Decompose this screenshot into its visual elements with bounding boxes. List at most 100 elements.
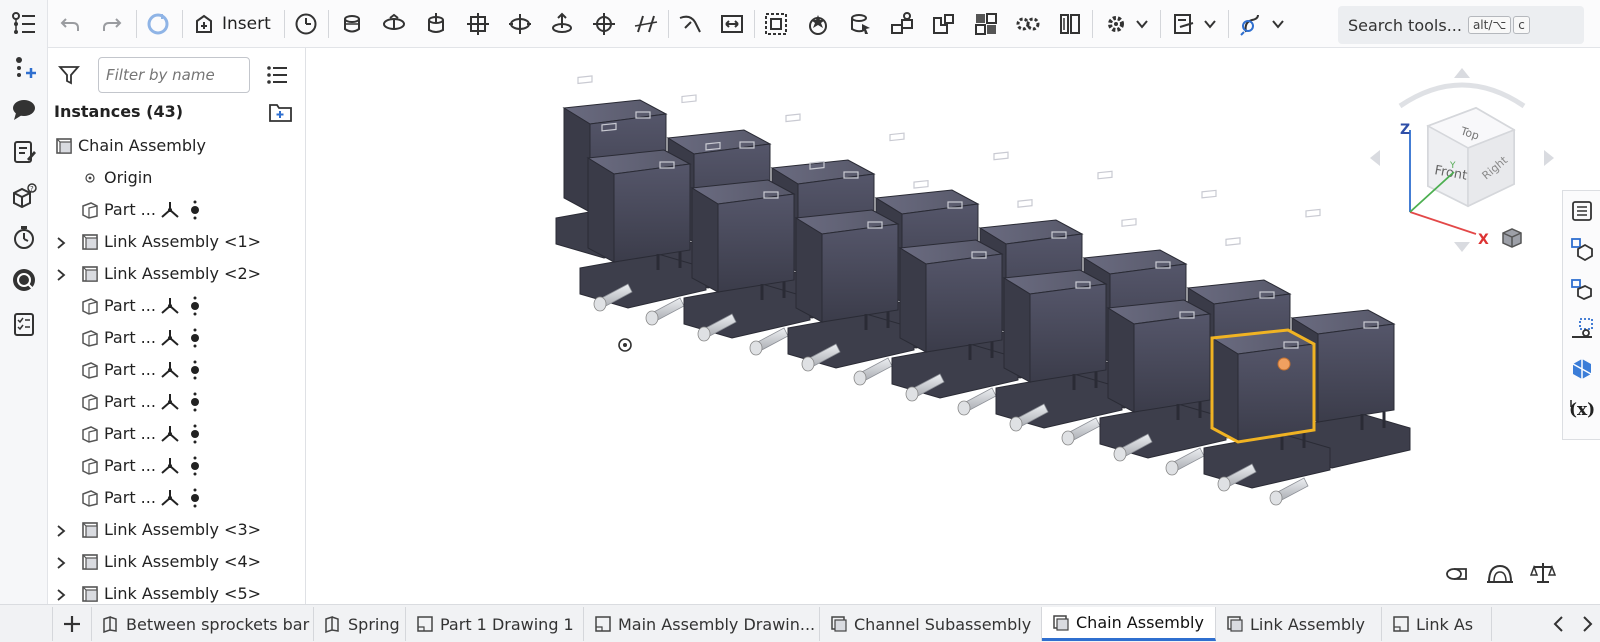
pin-end[interactable] — [749, 340, 763, 356]
pin-end[interactable] — [1165, 460, 1179, 476]
balance-scale-icon[interactable] — [1530, 560, 1556, 586]
tree-item[interactable]: Part ... — [48, 322, 305, 354]
document-tab[interactable]: Link As — [1382, 607, 1492, 641]
tree-item[interactable]: Part ... — [48, 450, 305, 482]
3d-viewport[interactable]: Top Front Right Z X Y — [306, 48, 1564, 604]
chevron-right-icon[interactable] — [54, 555, 68, 569]
view-options-cube-icon[interactable] — [1500, 226, 1524, 250]
comments-icon[interactable] — [8, 94, 40, 126]
planar-mate-icon[interactable] — [462, 8, 494, 40]
mass-properties-icon[interactable]: ? — [8, 180, 40, 212]
tree-item[interactable]: Part ... — [48, 290, 305, 322]
tree-item[interactable]: Link Assembly <1> — [48, 226, 305, 258]
mate-connector-icon[interactable] — [160, 329, 180, 351]
chevron-right-icon[interactable] — [54, 587, 68, 601]
history-icon[interactable] — [290, 8, 322, 40]
exploded-view-icon[interactable] — [970, 8, 1002, 40]
custom-feature-icon[interactable] — [1236, 8, 1268, 40]
replicate-icon[interactable] — [928, 8, 960, 40]
measure-tools-icon[interactable] — [1168, 8, 1200, 40]
appearance-icon[interactable] — [8, 264, 40, 296]
mate-connector-icon[interactable] — [160, 489, 180, 511]
mate-dots-icon[interactable] — [190, 360, 200, 384]
chevron-right-icon[interactable] — [54, 235, 68, 249]
tree-item[interactable]: Chain Assembly — [48, 130, 305, 162]
configurations-icon[interactable] — [1054, 8, 1086, 40]
mate-dots-icon[interactable] — [190, 456, 200, 480]
pin-end[interactable] — [1217, 476, 1231, 492]
tangent-mate-icon[interactable] — [674, 8, 706, 40]
linear-pattern-icon[interactable] — [886, 8, 918, 40]
rotate-left-arrow[interactable] — [1370, 150, 1380, 166]
revolute-mate-icon[interactable] — [378, 8, 410, 40]
mate-dots-icon[interactable] — [190, 328, 200, 352]
new-folder-icon[interactable] — [268, 101, 294, 127]
mate-dots-icon[interactable] — [190, 488, 200, 512]
feature-list-icon[interactable] — [8, 8, 40, 40]
tab-scroll-left-button[interactable] — [1548, 607, 1574, 641]
properties-panel-icon[interactable] — [1568, 197, 1596, 225]
pin-end[interactable] — [645, 310, 659, 326]
tree-item[interactable]: Origin — [48, 162, 305, 194]
mate-connector-icon[interactable] — [160, 201, 180, 223]
gear-relation-icon[interactable] — [1012, 8, 1044, 40]
slider-mate-icon[interactable] — [420, 8, 452, 40]
pin-end[interactable] — [801, 356, 815, 372]
pin-end[interactable] — [957, 400, 971, 416]
document-tab[interactable]: Channel Subassembly — [820, 607, 1042, 641]
mate-dots-icon[interactable] — [190, 424, 200, 448]
tree-item[interactable]: Part ... — [48, 418, 305, 450]
tab-scroll-right-button[interactable] — [1574, 607, 1600, 641]
undo-icon[interactable] — [54, 8, 86, 40]
rendering-mode-icon[interactable] — [1486, 562, 1514, 586]
filter-by-name-input[interactable] — [98, 57, 250, 93]
tree-item[interactable]: Link Assembly <4> — [48, 546, 305, 578]
tree-item[interactable]: Part ... — [48, 482, 305, 514]
document-tab[interactable]: Link Assembly — [1216, 607, 1382, 641]
fastened-mate-icon[interactable] — [336, 8, 368, 40]
document-tab[interactable]: Main Assembly Drawin... — [584, 607, 820, 641]
filter-icon[interactable] — [58, 64, 80, 90]
ball-mate-icon[interactable] — [588, 8, 620, 40]
selection-point[interactable] — [1277, 357, 1291, 371]
chain-link[interactable] — [1203, 237, 1331, 506]
pin-end[interactable] — [593, 296, 607, 312]
document-tab[interactable]: Between sprockets bar — [92, 607, 314, 641]
tree-item[interactable]: Link Assembly <2> — [48, 258, 305, 290]
section-plane-icon[interactable] — [1568, 315, 1596, 343]
insert-parts-icon[interactable] — [1568, 235, 1596, 263]
mate-dots-icon[interactable] — [190, 200, 200, 224]
chevron-right-icon[interactable] — [54, 523, 68, 537]
list-view-icon[interactable] — [266, 64, 288, 90]
mate-selector-icon[interactable] — [844, 8, 876, 40]
width-mate-icon[interactable] — [716, 8, 748, 40]
chevron-down-icon[interactable] — [1132, 8, 1152, 40]
tree-item[interactable]: Part ... — [48, 354, 305, 386]
mate-connector-icon[interactable] — [802, 8, 834, 40]
mate-dots-icon[interactable] — [190, 296, 200, 320]
tree-item[interactable]: Part ... — [48, 194, 305, 226]
chevron-down-icon[interactable] — [1200, 8, 1220, 40]
tree-item[interactable]: Part ... — [48, 386, 305, 418]
cylindrical-mate-icon[interactable] — [504, 8, 536, 40]
redo-icon[interactable] — [96, 8, 128, 40]
rotate-right-arrow[interactable] — [1544, 150, 1554, 166]
settings-gear-icon[interactable] — [1100, 8, 1132, 40]
pin-end[interactable] — [905, 386, 919, 402]
pin-end[interactable] — [1009, 416, 1023, 432]
mate-connector-icon[interactable] — [160, 361, 180, 383]
pin-end[interactable] — [697, 326, 711, 342]
document-tab[interactable]: Spring — [314, 607, 406, 641]
chevron-down-icon[interactable] — [1268, 8, 1288, 40]
rotate-down-arrow[interactable] — [1454, 242, 1470, 252]
pin-end[interactable] — [1269, 490, 1283, 506]
view-cube[interactable]: Top Front Right Z X Y — [1364, 62, 1560, 258]
appearance-panel-icon[interactable] — [1568, 355, 1596, 383]
section-view-icon[interactable] — [1444, 562, 1468, 586]
pin-end[interactable] — [1113, 446, 1127, 462]
origin-marker[interactable] — [618, 338, 632, 352]
mate-connector-icon[interactable] — [160, 297, 180, 319]
pin-end[interactable] — [853, 370, 867, 386]
group-icon[interactable] — [760, 8, 792, 40]
bom-icon[interactable] — [8, 308, 40, 340]
